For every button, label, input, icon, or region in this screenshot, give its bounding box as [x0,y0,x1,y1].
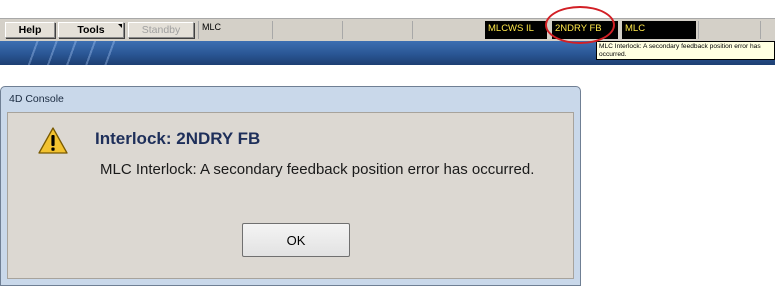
dialog-title: 4D Console [9,93,64,105]
menu-corner-icon [118,24,122,28]
status-field-mlc: MLC [198,21,272,39]
standby-button[interactable]: Standby [128,22,194,38]
status-field-empty-3 [412,21,484,39]
help-button-label: Help [18,24,42,36]
status-field-empty-1 [272,21,342,39]
status-toolbar: Help Tools Standby MLC MLCWS IL 2NDRY FB… [0,18,775,42]
ok-button[interactable]: OK [242,223,350,257]
status-field-empty-2 [342,21,412,39]
banner-decoration [28,41,118,65]
tools-button[interactable]: Tools [58,22,124,38]
dialog-message: MLC Interlock: A secondary feedback posi… [100,161,535,178]
dialog-body: Interlock: 2NDRY FB MLC Interlock: A sec… [7,112,574,279]
interlock-dialog: 4D Console Interlock: 2NDRY FB MLC Inter… [0,86,581,286]
ok-button-label: OK [286,232,306,248]
status-field-mlcws-il[interactable]: MLCWS IL [485,21,547,39]
help-button[interactable]: Help [5,22,55,38]
status-field-empty-4 [698,21,760,39]
tools-button-label: Tools [77,24,105,36]
status-field-empty-5 [760,21,775,39]
highlight-circle [545,6,615,44]
warning-icon [38,127,68,154]
standby-button-label: Standby [141,24,181,36]
status-tooltip: MLC Interlock: A secondary feedback posi… [596,41,775,60]
status-field-mlc-2[interactable]: MLC [622,21,696,39]
dialog-heading: Interlock: 2NDRY FB [95,129,261,148]
